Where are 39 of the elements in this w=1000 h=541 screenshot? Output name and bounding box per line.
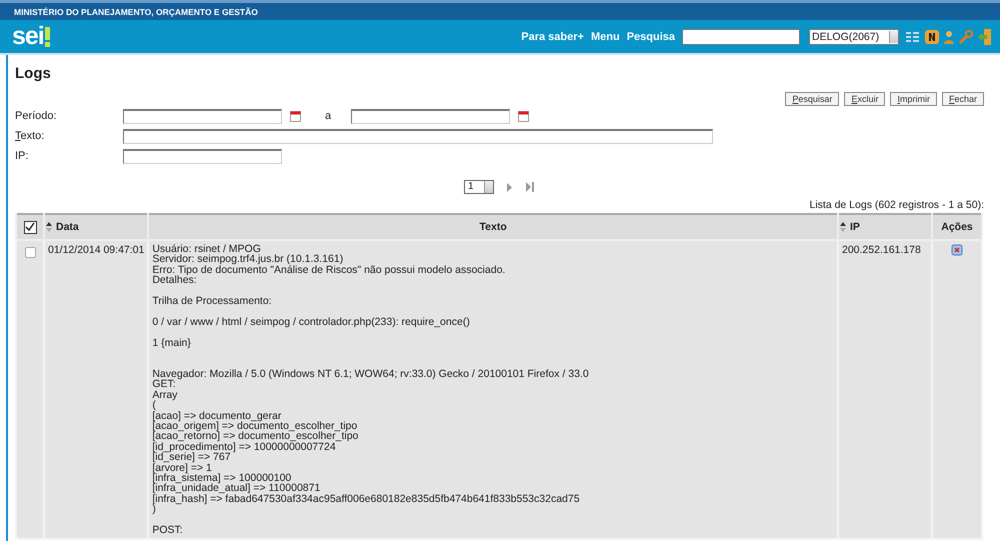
calendar-icon[interactable]: [290, 110, 301, 122]
toolbar-button[interactable]: Pesquisar: [785, 92, 840, 106]
ministry-title: MINISTÉRIO DO PLANEJAMENTO, ORÇAMENTO E GESTÃO: [14, 6, 258, 16]
period-separator: a: [325, 110, 332, 122]
list-icon[interactable]: [906, 30, 920, 42]
ip-label: IP:: [15, 150, 30, 162]
delete-icon[interactable]: [951, 244, 963, 256]
note-icon[interactable]: [925, 30, 939, 44]
column-label: Ações: [941, 221, 973, 233]
row-checkbox[interactable]: [24, 247, 36, 258]
end-date-field[interactable]: [351, 108, 510, 124]
column-label: Texto: [480, 221, 507, 233]
column-header[interactable]: IP: [838, 214, 932, 240]
ip-cell: 200.252.161.178: [842, 244, 921, 256]
sort-icon[interactable]: [840, 222, 846, 232]
calendar-icon[interactable]: [518, 110, 530, 122]
start-date-field[interactable]: [123, 108, 282, 124]
toolbar-button[interactable]: Fechar: [942, 92, 984, 106]
toolbar-button[interactable]: Excluir: [844, 92, 886, 106]
ip-field[interactable]: [123, 148, 282, 164]
page-select[interactable]: 1: [464, 180, 494, 194]
sort-icon[interactable]: [46, 222, 52, 232]
last-page-icon[interactable]: [525, 182, 535, 192]
column-label: IP: [850, 221, 860, 233]
text-field[interactable]: [123, 128, 713, 144]
select-all-checkbox[interactable]: [24, 220, 36, 234]
search-field[interactable]: [682, 28, 800, 44]
unit-select[interactable]: DELOG(2067): [809, 28, 899, 44]
toolbar-button[interactable]: Imprimir: [890, 92, 937, 106]
date-cell: 01/12/2014 09:47:01: [48, 244, 144, 256]
column-label: Data: [56, 221, 79, 233]
page-title: Logs: [15, 64, 52, 84]
text-label: Texto:: [15, 130, 46, 142]
log-text: Usuário: rsinet / MPOG Servidor: seimpog.trf4.jus.br (10.1.3.161) Erro: Tipo de documento "Análise de Riscos" não possui modelo associado. Detalhes: Trilha de Processamento: 0 / var / www / html / seimpog / controlador.php(233): require_once() 1 {main} Navegador: Mozilla / 5.0 (Windows NT 6.1; WOW64; rv:33.0) Gecko / 20100101 Firefox / 33.0 GET: Array ( [acao] => documento_gerar [acao_origem] => documento_escolher_tipo [acao_retorno] => documento_escolher_tipo [id_procedimento] => 10000000007724 [id_serie] => 767 [arvore] => 1 [infra_sistema] => 100000100 [infra_unidade_atual] => 110000871 [infra_hash] => fabad647530af334ac95aff006e680182e835d5fb474b641f833b553c32cad75 ) POST:: [152, 244, 590, 536]
logo-mark-icon: [44, 27, 51, 47]
period-label: Período:: [15, 110, 58, 122]
next-page-icon[interactable]: [506, 182, 513, 192]
table-caption: Lista de Logs (602 registros - 1 a 50):: [808, 199, 984, 213]
column-header[interactable]: Data: [44, 214, 148, 240]
